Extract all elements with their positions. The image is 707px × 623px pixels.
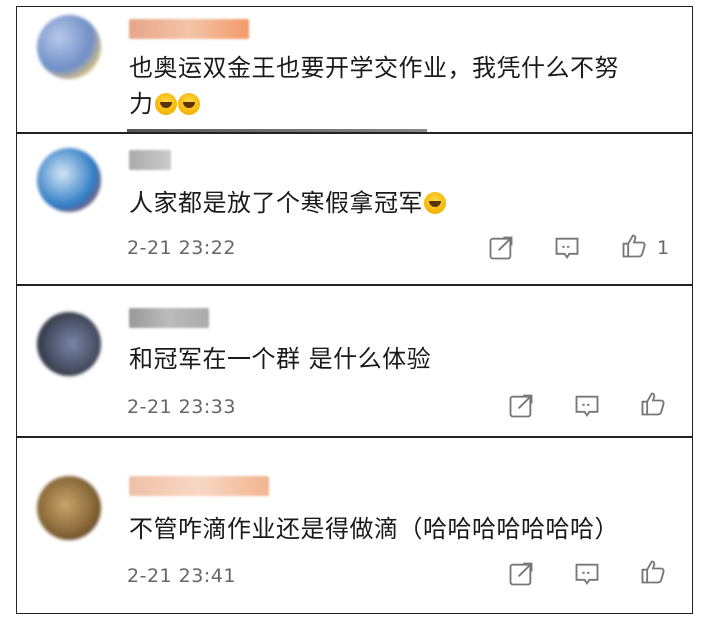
comment-text-line1: 人家都是放了个寒假拿冠军	[129, 189, 423, 217]
screaming-emoji-icon	[424, 192, 446, 214]
comment-timestamp: 2-21 23:41	[127, 565, 236, 587]
comment-text: 不管咋滴作业还是得做滴（哈哈哈哈哈哈哈）	[129, 512, 672, 546]
like-button[interactable]	[639, 390, 667, 418]
avatar[interactable]	[37, 148, 101, 212]
reply-button[interactable]	[573, 560, 601, 588]
share-icon	[489, 236, 513, 260]
avatar[interactable]	[37, 476, 101, 540]
thumbs-up-icon	[641, 392, 665, 416]
username-blurred[interactable]	[129, 150, 171, 170]
comment-text: 也奥运双金王也要开学交作业，我凭什么不努	[129, 51, 672, 85]
share-icon	[509, 394, 533, 418]
comment-text-continued: 力	[129, 87, 672, 121]
comment-timestamp: 2-21 23:33	[127, 396, 236, 418]
comment-card-4: 不管咋滴作业还是得做滴（哈哈哈哈哈哈哈） 2-21 23:41	[16, 437, 693, 614]
comment-text: 和冠军在一个群 是什么体验	[129, 342, 672, 376]
comment-card-1: 也奥运双金王也要开学交作业，我凭什么不努 力	[16, 6, 693, 133]
share-icon	[509, 562, 533, 586]
thumbs-up-icon	[641, 560, 665, 584]
reply-icon	[575, 395, 599, 418]
comment-text-line1: 和冠军在一个群 是什么体验	[129, 345, 432, 373]
like-count: 1	[657, 237, 670, 259]
thumbs-up-icon	[622, 234, 646, 258]
reply-icon	[575, 563, 599, 586]
like-button[interactable]	[639, 558, 667, 586]
share-button[interactable]	[507, 392, 535, 420]
crying-laugh-emoji-icon	[177, 93, 200, 115]
username-blurred[interactable]	[129, 476, 269, 496]
share-button[interactable]	[507, 560, 535, 588]
like-button[interactable]	[620, 232, 648, 260]
comment-text-line1: 不管咋滴作业还是得做滴（哈哈哈哈哈哈哈）	[129, 515, 619, 543]
crying-laugh-emoji-icon	[154, 93, 177, 115]
comment-text: 人家都是放了个寒假拿冠军	[129, 186, 672, 220]
share-button[interactable]	[487, 234, 515, 262]
comment-card-2: 人家都是放了个寒假拿冠军 2-21 23:22 1	[16, 133, 693, 285]
avatar[interactable]	[37, 312, 101, 376]
reply-button[interactable]	[553, 234, 581, 262]
divider-fragment	[127, 129, 427, 132]
comment-card-3: 和冠军在一个群 是什么体验 2-21 23:33	[16, 285, 693, 437]
reply-icon	[555, 237, 579, 260]
comment-text-line1: 也奥运双金王也要开学交作业，我凭什么不努	[129, 54, 619, 82]
reply-button[interactable]	[573, 392, 601, 420]
username-blurred[interactable]	[129, 19, 249, 39]
comment-text-line2: 力	[129, 90, 154, 118]
username-blurred[interactable]	[129, 308, 209, 328]
comment-timestamp: 2-21 23:22	[127, 237, 236, 259]
avatar[interactable]	[37, 15, 101, 79]
